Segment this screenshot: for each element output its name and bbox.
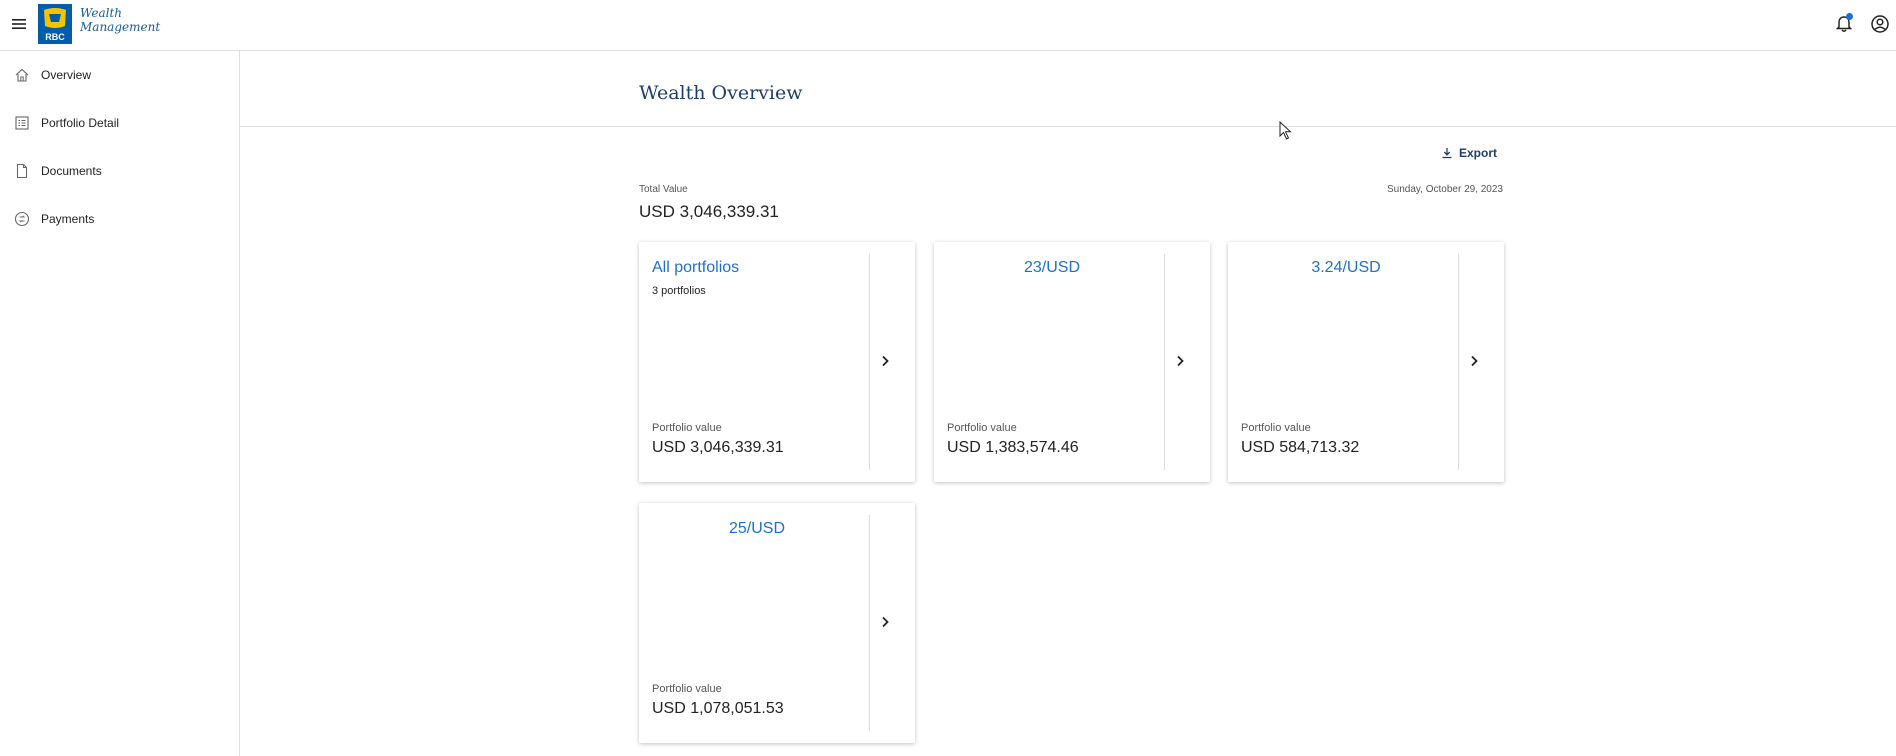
notification-dot [1846, 13, 1853, 20]
sidebar-item-portfolio-detail[interactable]: Portfolio Detail [0, 103, 239, 143]
portfolio-card-4[interactable]: 25/USD Portfolio value USD 1,078,051.53 [639, 503, 915, 743]
card-divider [1458, 254, 1459, 470]
portfolio-name: 25/USD [728, 520, 786, 537]
total-value: USD 3,046,339.31 [639, 202, 779, 221]
logo-text: Wealth Management [80, 6, 160, 34]
portfolio-name: 3.24/USD [1311, 259, 1381, 276]
list-icon [15, 116, 29, 130]
download-icon [1442, 148, 1452, 159]
sidebar-item-label: Documents [41, 164, 102, 178]
menu-icon[interactable] [10, 15, 28, 33]
chevron-right-icon[interactable] [1172, 353, 1188, 369]
portfolio-value: USD 584,713.32 [1241, 439, 1360, 456]
sidebar-item-label: Overview [41, 68, 92, 82]
portfolio-name: 23/USD [1023, 259, 1081, 276]
document-icon [16, 163, 28, 179]
as-of-date: Sunday, October 29, 2023 [1386, 184, 1503, 195]
card-divider [1164, 254, 1165, 470]
portfolio-value: USD 1,078,051.53 [652, 700, 784, 717]
sidebar-item-label: Portfolio Detail [41, 116, 120, 130]
portfolio-value-label: Portfolio value [652, 422, 722, 434]
logo-line-1: Wealth [80, 6, 122, 20]
chevron-right-icon[interactable] [877, 353, 893, 369]
card-divider [869, 254, 870, 470]
sidebar: Overview Portfolio Detail Documents Paym… [0, 51, 240, 756]
portfolio-value-label: Portfolio value [652, 683, 722, 695]
logo-mark: RBC [45, 32, 65, 42]
content-header [240, 51, 1896, 127]
card-divider [869, 515, 870, 731]
page-title: Wealth Overview [639, 82, 803, 104]
account-icon[interactable] [1870, 14, 1890, 34]
portfolio-value: USD 1,383,574.46 [947, 439, 1079, 456]
sidebar-item-payments[interactable]: Payments [0, 199, 239, 239]
logo-line-2: Management [80, 20, 161, 34]
total-value-label: Total Value [639, 184, 688, 195]
payments-icon [14, 211, 30, 227]
portfolio-name: All portfolios [652, 259, 740, 276]
sidebar-item-documents[interactable]: Documents [0, 151, 239, 191]
sidebar-item-overview[interactable]: Overview [0, 55, 239, 95]
portfolio-card-all[interactable]: All portfolios 3 portfolios Portfolio va… [639, 242, 915, 482]
export-label: Export [1459, 146, 1498, 160]
portfolio-card-2[interactable]: 23/USD Portfolio value USD 1,383,574.46 [934, 242, 1210, 482]
portfolio-value-label: Portfolio value [1241, 422, 1311, 434]
top-bar: RBC Wealth Management [0, 0, 1896, 51]
home-icon [15, 68, 29, 82]
sidebar-item-label: Payments [41, 212, 95, 226]
rbc-logo-icon[interactable]: RBC [38, 4, 72, 44]
chevron-right-icon[interactable] [877, 614, 893, 630]
portfolio-value-label: Portfolio value [947, 422, 1017, 434]
portfolio-count: 3 portfolios [652, 285, 706, 297]
portfolio-card-3[interactable]: 3.24/USD Portfolio value USD 584,713.32 [1228, 242, 1504, 482]
portfolio-value: USD 3,046,339.31 [652, 439, 784, 456]
chevron-right-icon[interactable] [1466, 353, 1482, 369]
export-button[interactable]: Export [1441, 146, 1497, 160]
mouse-cursor-icon [1279, 121, 1292, 140]
